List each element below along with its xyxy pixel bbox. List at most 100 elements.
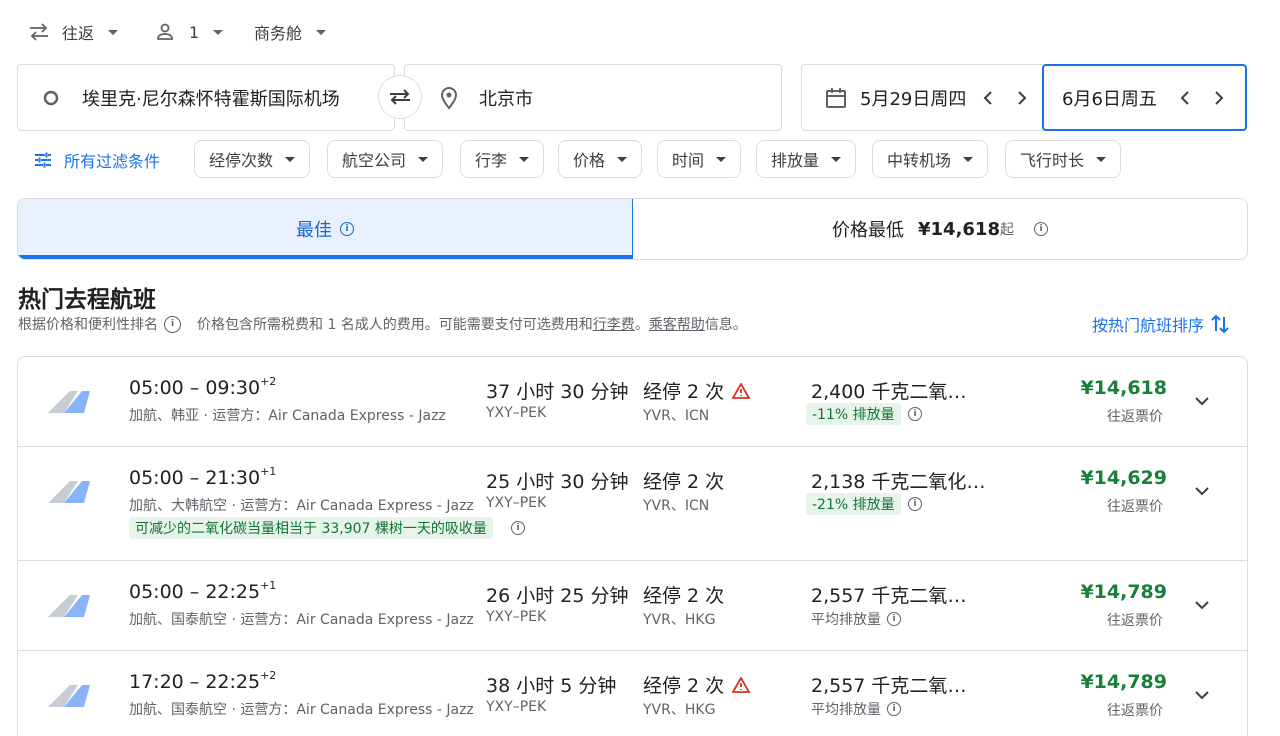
filter-price[interactable]: 价格: [558, 140, 643, 178]
expand-button[interactable]: [1187, 476, 1217, 506]
stop-airports: YVR、ICN: [643, 498, 710, 514]
passenger-help-link[interactable]: 乘客帮助: [649, 314, 705, 334]
baggage-fee-link[interactable]: 行李费: [593, 314, 635, 334]
flight-row[interactable]: 05:00 – 21:30+1 加航、大韩航空 · 运营方：Air Canada…: [18, 447, 1247, 561]
expand-button[interactable]: [1187, 680, 1217, 710]
origin-value: 埃里克·尼尔森怀特霍斯国际机场: [82, 88, 340, 110]
flight-stops: 经停 2 次: [643, 585, 725, 607]
origin-input[interactable]: 埃里克·尼尔森怀特霍斯国际机场: [17, 64, 395, 131]
info-icon[interactable]: i: [511, 521, 525, 535]
filter-connecting-airports[interactable]: 中转机场: [872, 140, 989, 178]
times-text: 05:00 – 22:25: [129, 581, 261, 603]
info-icon[interactable]: i: [887, 612, 901, 626]
info-icon[interactable]: i: [908, 497, 922, 511]
chevron-down-icon: [316, 29, 327, 35]
flight-row[interactable]: 05:00 – 22:25+1 加航、国泰航空 · 运营方：Air Canada…: [18, 561, 1247, 651]
depart-date-field[interactable]: 5月29日周四: [801, 64, 1047, 131]
emissions: 2,138 千克二氧化碳当量: [811, 471, 991, 493]
tab-cheapest-price: ¥14,618: [918, 218, 1000, 240]
stop-airports: YVR、ICN: [643, 408, 710, 424]
day-offset: +2: [260, 669, 277, 682]
emissions: 2,557 千克二氧化碳当量: [811, 675, 976, 697]
swap-icon: [390, 89, 410, 105]
chevron-down-icon: [1195, 487, 1209, 496]
chip-label: 飞行时长: [1020, 151, 1085, 170]
filter-baggage[interactable]: 行李: [460, 140, 545, 178]
info-icon[interactable]: i: [908, 407, 922, 421]
emission-badge: -21% 排放量: [806, 493, 901, 515]
flight-times: 05:00 – 21:30+1: [129, 465, 276, 489]
flight-row[interactable]: 05:00 – 09:30+2 加航、韩亚 · 运营方：Air Canada E…: [18, 357, 1247, 447]
chevron-left-icon: [983, 90, 993, 105]
airline-logo-icon: [48, 391, 90, 413]
filter-airlines[interactable]: 航空公司: [327, 140, 444, 178]
filter-stops[interactable]: 经停次数: [194, 140, 311, 178]
flight-stops: 经停 2 次: [643, 377, 751, 404]
filter-emissions[interactable]: 排放量: [756, 140, 857, 178]
chip-label: 经停次数: [209, 151, 274, 170]
tab-cheapest-label: 价格最低: [832, 220, 904, 241]
chevron-down-icon: [285, 156, 296, 162]
flight-times: 05:00 – 09:30+2: [129, 375, 277, 399]
prev-date-button[interactable]: [974, 84, 1002, 112]
chip-label: 排放量: [771, 151, 820, 170]
flight-stops: 经停 2 次: [643, 671, 751, 698]
times-text: 05:00 – 21:30: [129, 467, 261, 489]
chevron-down-icon: [831, 156, 842, 162]
warning-icon: [732, 382, 751, 399]
calendar-icon: [826, 87, 846, 108]
chevron-down-icon: [1195, 397, 1209, 406]
info-icon[interactable]: i: [340, 222, 354, 236]
info-icon[interactable]: i: [164, 315, 181, 333]
cabin-label: 商务舱: [254, 24, 303, 43]
stop-airports: YVR、HKG: [643, 612, 716, 628]
info-icon[interactable]: i: [887, 702, 901, 716]
info-icon[interactable]: i: [1033, 222, 1048, 236]
info-end-text: 信息。: [704, 317, 747, 333]
price-type: 往返票价: [1107, 499, 1163, 515]
tab-best-label: 最佳: [296, 220, 332, 241]
day-offset: +2: [260, 375, 277, 388]
price-note: 价格包含所需税费和 1 名成人的费用。可能需要支付可选费用和: [197, 317, 593, 333]
flight-price: ¥14,629: [1080, 467, 1167, 489]
chevron-down-icon: [213, 29, 224, 35]
price-type: 往返票价: [1107, 613, 1163, 629]
sort-button[interactable]: 按热门航班排序: [1092, 312, 1230, 336]
trip-type-select[interactable]: 往返: [28, 20, 119, 44]
passenger-select[interactable]: 1: [155, 20, 224, 44]
filter-duration[interactable]: 飞行时长: [1005, 140, 1122, 178]
next-date-button[interactable]: [1205, 84, 1233, 112]
cabin-select[interactable]: 商务舱: [254, 20, 327, 44]
return-date-field[interactable]: 6月6日周五: [1042, 64, 1247, 131]
price-type: 往返票价: [1107, 703, 1163, 719]
trip-type-label: 往返: [62, 24, 95, 43]
person-icon: [157, 23, 173, 40]
flight-duration: 37 小时 30 分钟: [486, 381, 629, 403]
flight-route: YXY–PEK: [486, 609, 547, 625]
flight-results-list: 05:00 – 09:30+2 加航、韩亚 · 运营方：Air Canada E…: [17, 356, 1248, 736]
tab-best[interactable]: 最佳 i: [18, 199, 633, 259]
flight-row[interactable]: 17:20 – 22:25+2 加航、国泰航空 · 运营方：Air Canada…: [18, 651, 1247, 736]
sort-arrows-icon: [1211, 314, 1229, 334]
swap-locations-button[interactable]: [378, 75, 422, 119]
chip-label: 价格: [573, 151, 606, 170]
emissions: 2,557 千克二氧化碳当量: [811, 585, 976, 607]
tab-cheapest[interactable]: 价格最低 ¥14,618 起 i: [633, 199, 1247, 259]
chip-label: 行李: [475, 151, 508, 170]
prev-date-button[interactable]: [1171, 84, 1199, 112]
emission-average-text: 平均排放量: [811, 702, 881, 718]
tune-icon: [35, 152, 51, 168]
filter-time[interactable]: 时间: [657, 140, 742, 178]
airline-logo-icon: [48, 685, 90, 707]
all-filters-button[interactable]: 所有过滤条件: [34, 148, 160, 172]
airline-logo-icon: [48, 481, 90, 503]
chip-label: 中转机场: [887, 151, 952, 170]
expand-button[interactable]: [1187, 386, 1217, 416]
next-date-button[interactable]: [1008, 84, 1036, 112]
chip-label: 时间: [672, 151, 705, 170]
emission-badge: -11% 排放量: [806, 403, 901, 425]
stops-text: 经停 2 次: [643, 675, 725, 697]
expand-button[interactable]: [1187, 590, 1217, 620]
destination-input[interactable]: 北京市: [404, 64, 782, 131]
tab-cheapest-suffix: 起: [999, 222, 1014, 238]
